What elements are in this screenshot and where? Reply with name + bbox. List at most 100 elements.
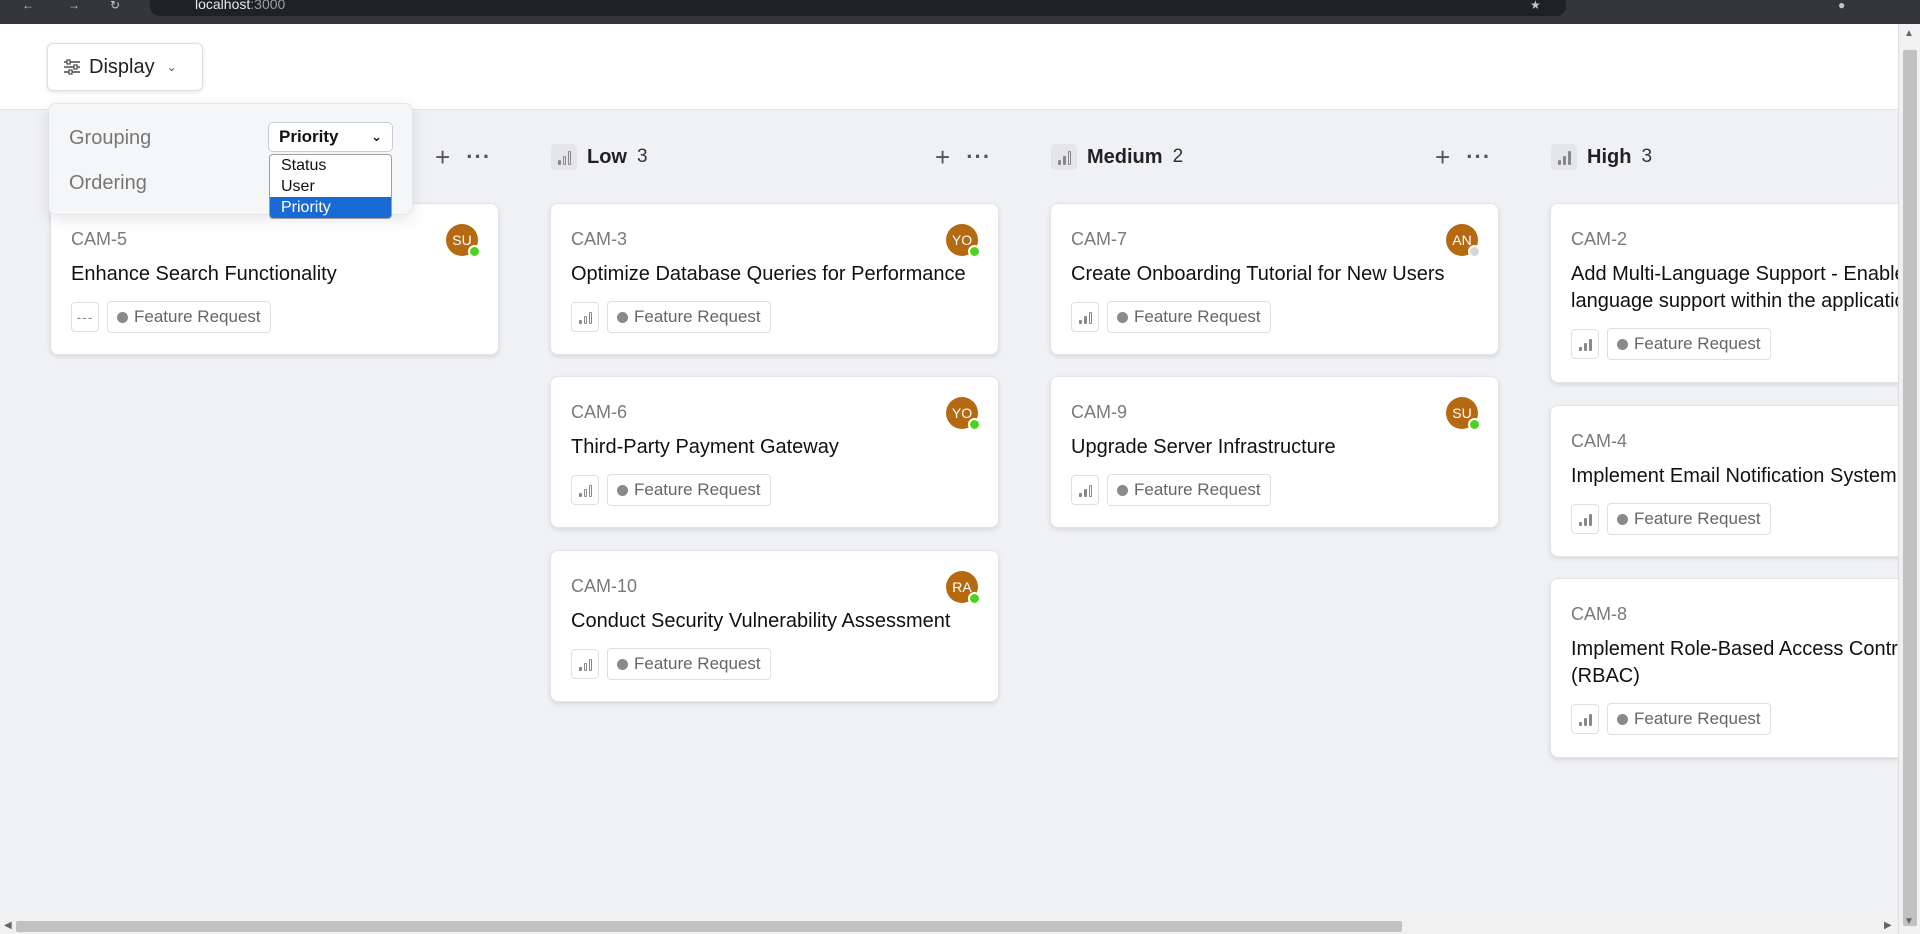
avatar-initials: RA — [952, 579, 972, 595]
tag-dot-icon — [1117, 311, 1128, 323]
feature-request-tag: Feature Request — [1607, 328, 1771, 360]
issue-title: Create Onboarding Tutorial for New Users — [1071, 263, 1445, 285]
issue-card[interactable]: CAM-7 AN Create Onboarding Tutorial for … — [1050, 203, 1499, 355]
vertical-scroll-thumb[interactable] — [1903, 50, 1917, 926]
avatar[interactable]: YO — [946, 224, 981, 258]
tag-label: Feature Request — [1134, 307, 1261, 326]
issue-id: CAM-10 — [571, 576, 638, 596]
column-count: 2 — [1172, 146, 1184, 167]
tag-label: Feature Request — [1634, 334, 1761, 353]
issue-title: Third-Party Payment Gateway — [571, 436, 839, 458]
issue-card[interactable]: CAM-6 YO Third-Party Payment Gateway Fea… — [550, 376, 999, 528]
horizontal-scrollbar[interactable]: ◀ ▶ — [0, 918, 1898, 934]
signal-low-icon[interactable] — [571, 475, 599, 505]
issue-card[interactable]: CAM-4 Implement Email Notification Syste… — [1550, 405, 1898, 557]
online-status-dot — [1468, 418, 1481, 431]
avatar[interactable]: SU — [446, 224, 481, 258]
address-bar[interactable] — [150, 0, 1566, 16]
issue-card[interactable]: CAM-2 Add Multi-Language Support - Enabl… — [1550, 203, 1898, 383]
tag-label: Feature Request — [634, 654, 761, 673]
avatar[interactable]: SU — [1446, 397, 1481, 431]
bookmark-star-icon[interactable]: ★ — [1530, 0, 1546, 11]
issue-id: CAM-9 — [1071, 402, 1128, 422]
signal-medium-icon[interactable] — [1071, 475, 1099, 505]
feature-request-tag: Feature Request — [607, 648, 771, 680]
offline-status-dot — [1468, 245, 1481, 258]
column-header-medium: Medium 2 — [1051, 140, 1183, 174]
column-title: High — [1587, 145, 1632, 168]
option-priority[interactable]: Priority — [270, 197, 391, 218]
grouping-select-value: Priority — [279, 127, 339, 146]
issue-id: CAM-8 — [1571, 604, 1628, 624]
more-options-icon[interactable]: ··· — [466, 144, 491, 170]
option-user[interactable]: User — [270, 176, 391, 197]
signal-low-icon[interactable] — [571, 649, 599, 679]
issue-card[interactable]: CAM-9 SU Upgrade Server Infrastructure F… — [1050, 376, 1499, 528]
scroll-right-icon[interactable]: ▶ — [1884, 920, 1892, 931]
avatar-initials: SU — [452, 232, 472, 248]
scroll-up-icon[interactable]: ▲ — [1904, 28, 1914, 39]
signal-low-icon[interactable] — [571, 302, 599, 332]
avatar[interactable]: RA — [946, 571, 981, 605]
tag-label: Feature Request — [634, 307, 761, 326]
tag-dot-icon — [117, 311, 128, 323]
online-status-dot — [468, 245, 481, 258]
add-card-icon[interactable]: + — [435, 142, 450, 173]
back-icon[interactable]: ← — [22, 0, 38, 11]
display-button[interactable]: Display ⌄ — [47, 43, 203, 91]
issue-id: CAM-6 — [571, 402, 628, 422]
column-actions-medium: + ··· — [1435, 140, 1491, 174]
add-card-icon[interactable]: + — [1435, 142, 1450, 173]
avatar[interactable]: YO — [946, 397, 981, 431]
issue-id: CAM-5 — [71, 229, 128, 249]
profile-icon[interactable]: ● — [1838, 0, 1854, 11]
column-actions-low: + ··· — [935, 140, 991, 174]
issue-card[interactable]: CAM-5 SU Enhance Search Functionality --… — [50, 203, 499, 355]
reload-icon[interactable]: ↻ — [110, 0, 126, 11]
column-count: 3 — [1641, 146, 1653, 167]
scroll-down-icon[interactable]: ▼ — [1904, 916, 1914, 927]
address-bar-url: localhost:3000 — [195, 0, 286, 12]
horizontal-scroll-thumb[interactable] — [16, 921, 1402, 932]
tag-label: Feature Request — [1634, 709, 1761, 728]
scroll-left-icon[interactable]: ◀ — [4, 920, 12, 931]
column-header-low: Low 3 — [551, 140, 648, 174]
feature-request-tag: Feature Request — [1607, 703, 1771, 735]
issue-id: CAM-2 — [1571, 229, 1628, 249]
grouping-label: Grouping — [69, 127, 152, 149]
tag-label: Feature Request — [1634, 509, 1761, 528]
issue-id: CAM-3 — [571, 229, 628, 249]
sliders-icon — [64, 59, 80, 75]
forward-icon[interactable]: → — [68, 0, 84, 11]
column-title: Medium — [1087, 145, 1163, 168]
issue-title: Implement Role-Based Access Control (RBA… — [1571, 638, 1898, 687]
tag-dot-icon — [617, 484, 628, 496]
issue-id: CAM-7 — [1071, 229, 1128, 249]
avatar-initials: YO — [951, 232, 973, 248]
issue-card[interactable]: CAM-8 Implement Role-Based Access Contro… — [1550, 578, 1898, 758]
option-status[interactable]: Status — [270, 155, 391, 176]
avatar-initials: YO — [951, 405, 973, 421]
signal-high-icon[interactable] — [1571, 704, 1599, 734]
issue-card[interactable]: CAM-3 YO Optimize Database Queries for P… — [550, 203, 999, 355]
signal-high-icon[interactable] — [1571, 504, 1599, 534]
feature-request-tag: Feature Request — [107, 301, 271, 333]
signal-medium-icon[interactable] — [1071, 302, 1099, 332]
dashes-icon[interactable]: --- — [71, 302, 99, 332]
feature-request-tag: Feature Request — [607, 301, 771, 333]
more-options-icon[interactable]: ··· — [966, 144, 991, 170]
avatar[interactable]: AN — [1446, 224, 1481, 258]
more-options-icon[interactable]: ··· — [1466, 144, 1491, 170]
column-title: Low — [587, 145, 627, 168]
grouping-select[interactable]: Priority ⌄ — [268, 122, 393, 152]
tag-label: Feature Request — [634, 480, 761, 499]
issue-card[interactable]: CAM-10 RA Conduct Security Vulnerability… — [550, 550, 999, 702]
online-status-dot — [968, 245, 981, 258]
tag-label: Feature Request — [134, 307, 261, 326]
issue-title: Upgrade Server Infrastructure — [1071, 436, 1336, 458]
tag-dot-icon — [1617, 713, 1628, 725]
add-card-icon[interactable]: + — [935, 142, 950, 173]
board-header: Display ⌄ — [0, 24, 1898, 110]
signal-high-icon[interactable] — [1571, 329, 1599, 359]
vertical-scrollbar[interactable]: ▲ ▼ — [1898, 24, 1920, 934]
